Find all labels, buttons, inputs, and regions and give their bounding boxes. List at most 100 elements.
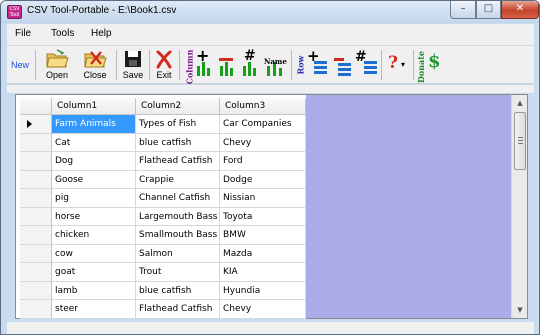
table-row[interactable]: Goose Crappie Dodge [20,170,306,189]
table-row[interactable]: Farm Animals Types of Fish Car Companies [20,115,306,134]
grid-cell[interactable]: Toyota [220,207,306,226]
add-column-button[interactable]: + [194,46,214,82]
grid-cell[interactable]: Flathead Catfish [136,300,220,319]
scroll-thumb[interactable] [514,112,526,170]
column-header-2[interactable]: Column2 [136,98,220,115]
grid-cell[interactable]: Chevy [220,133,306,152]
grid-cell[interactable]: Crappie [136,170,220,189]
close-file-button[interactable]: Close [79,48,111,82]
grid-cell[interactable]: Goose [52,170,136,189]
grid-cell[interactable]: cow [52,244,136,263]
grid-cell[interactable]: blue catfish [136,281,220,300]
row-vertical-label: Row [295,55,306,75]
table-row[interactable]: lamb blue catfish Hyundia [20,281,306,300]
grid-cell[interactable]: goat [52,263,136,282]
minimize-button[interactable]: – [450,1,476,19]
row-header[interactable] [20,244,52,263]
table-row[interactable]: goat Trout KIA [20,263,306,282]
grid-cell[interactable]: KIA [220,263,306,282]
vertical-scrollbar[interactable]: ▲ ▼ [511,95,527,318]
grid-cell[interactable]: Chevy [220,300,306,319]
grid-cell[interactable]: Trout [136,263,220,282]
number-columns-button[interactable]: # [240,48,260,82]
number-rows-button[interactable]: # [354,48,378,82]
app-window: CSV Tool CSV Tool-Portable - E:\Book1.cs… [0,0,540,335]
table-row[interactable]: cow Salmon Mazda [20,244,306,263]
grid-cell[interactable]: Hyundia [220,281,306,300]
grid-cell[interactable]: Cat [52,133,136,152]
toolbar-separator [35,50,36,80]
grid-cell[interactable]: chicken [52,226,136,245]
toolbar: New Open Close Save Exit Column + # Name… [7,46,534,84]
row-header[interactable] [20,263,52,282]
help-button[interactable]: ? ▾ [385,48,411,82]
grid-cell[interactable]: steer [52,300,136,319]
row-header[interactable] [20,170,52,189]
menu-tools[interactable]: Tools [51,28,74,39]
table-row[interactable]: horse Largemouth Bass Toyota [20,207,306,226]
column-header-1[interactable]: Column1 [52,98,136,115]
table-row[interactable]: Dog Flathead Catfish Ford [20,152,306,171]
grid-cell[interactable]: Nissian [220,189,306,208]
remove-column-button[interactable] [217,48,237,82]
table-row[interactable]: steer Flathead Catfish Chevy [20,300,306,319]
table-row[interactable]: pig Channel Catfish Nissian [20,189,306,208]
row-header[interactable] [20,115,52,134]
folder-open-icon [46,49,69,68]
row-plus-glyph: + [307,47,320,65]
donate-button[interactable]: Donate $ [415,48,443,84]
scroll-down-button[interactable]: ▼ [512,302,528,318]
remove-row-button[interactable] [330,48,352,82]
column-group-label: Column [181,48,194,85]
grid-cell[interactable]: Salmon [136,244,220,263]
grid-cell[interactable]: Channel Catfish [136,189,220,208]
column-header-3[interactable]: Column3 [220,98,306,115]
title-bar[interactable]: CSV Tool CSV Tool-Portable - E:\Book1.cs… [1,1,539,23]
grid-cell[interactable]: pig [52,189,136,208]
grid-cell[interactable]: Farm Animals [52,115,136,134]
grid-cell[interactable]: Dodge [220,170,306,189]
help-question-icon: ? [388,53,398,73]
grid-cell[interactable]: horse [52,207,136,226]
thumb-grip [518,140,523,141]
table-row[interactable]: Cat blue catfish Chevy [20,133,306,152]
help-dropdown-arrow[interactable]: ▾ [401,60,405,69]
maximize-button[interactable]: □ [476,1,501,19]
grid-cell[interactable]: Flathead Catfish [136,152,220,171]
row-header[interactable] [20,133,52,152]
menu-help[interactable]: Help [91,28,112,39]
grid-cell[interactable]: Car Companies [220,115,306,134]
toolbar-separator [149,50,150,80]
grid-cell[interactable]: Types of Fish [136,115,220,134]
menu-file[interactable]: File [15,28,31,39]
close-window-button[interactable]: ✕ [501,1,539,19]
donate-vertical-label: Donate [416,50,427,84]
name-label: Name [264,57,287,66]
grid-cell[interactable]: Mazda [220,244,306,263]
exit-button[interactable]: Exit [151,48,177,82]
toolbar-separator [179,50,180,80]
row-header[interactable] [20,207,52,226]
row-header[interactable] [20,300,52,319]
floppy-disk-icon [125,51,141,67]
grid-cell[interactable]: BMW [220,226,306,245]
table-row[interactable]: chicken Smallmouth Bass BMW [20,226,306,245]
row-header[interactable] [20,152,52,171]
save-button[interactable]: Save [119,48,147,82]
new-button[interactable]: New [9,48,33,82]
add-row-button[interactable]: + [306,47,328,82]
grid-cell[interactable]: Smallmouth Bass [136,226,220,245]
grid-cell[interactable]: Dog [52,152,136,171]
grid-cell[interactable]: Largemouth Bass [136,207,220,226]
row-header[interactable] [20,226,52,245]
open-button[interactable]: Open [41,48,73,82]
grid-corner-header[interactable] [20,98,52,115]
grid-cell[interactable]: Ford [220,152,306,171]
row-header[interactable] [20,189,52,208]
scroll-up-button[interactable]: ▲ [512,95,528,111]
grid-cell[interactable]: blue catfish [136,133,220,152]
grid-cell[interactable]: lamb [52,281,136,300]
name-columns-button[interactable]: Name [263,48,289,82]
row-header[interactable] [20,281,52,300]
data-grid[interactable]: Column1 Column2 Column3 Farm Animals Type… [15,94,528,319]
